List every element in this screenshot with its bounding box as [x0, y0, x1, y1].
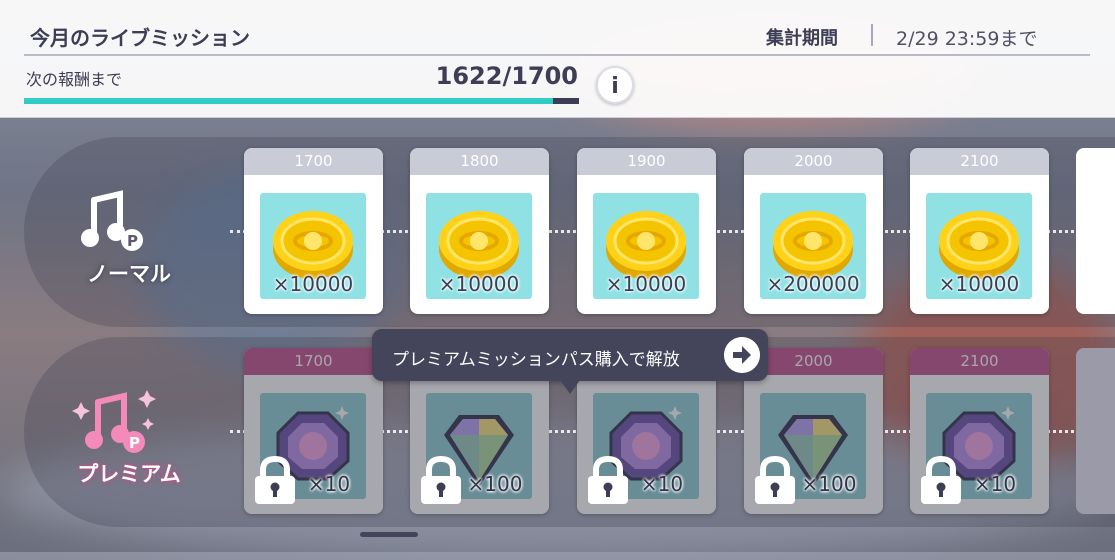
page-title: 今月のライブミッション [30, 26, 250, 50]
card-threshold: 2000 [744, 148, 883, 175]
card-threshold: 1700 [244, 348, 383, 375]
divider [871, 24, 873, 46]
reward-quantity: ×200000 [766, 272, 860, 296]
normal-reward-card[interactable]: 2100 ×10000 [910, 148, 1049, 314]
period-value: 2/29 23:59まで [896, 28, 1038, 50]
card-threshold: 1800 [410, 148, 549, 175]
card-threshold: 2100 [910, 348, 1049, 375]
reward-card-partial[interactable] [1076, 348, 1115, 514]
card-threshold: 1900 [577, 148, 716, 175]
progress-count: 1622/1700 [435, 62, 578, 90]
reward-card-partial[interactable] [1076, 148, 1115, 314]
mission-header: 今月のライブミッション 集計期間 2/29 23:59まで 次の報酬まで 162… [0, 0, 1115, 118]
premium-points-icon: P [72, 390, 156, 453]
svg-text:P: P [129, 434, 140, 452]
music-points-icon: P [81, 190, 143, 251]
progress-bar [24, 98, 579, 104]
lock-icon [755, 456, 795, 504]
info-button[interactable]: i [596, 66, 634, 104]
premium-reward-card[interactable]: 2100 ×10 [910, 348, 1049, 514]
normal-reward-card[interactable]: 1800 ×10000 [410, 148, 549, 314]
normal-row-label: ノーマル [87, 262, 171, 286]
reward-quantity: ×10000 [438, 272, 520, 296]
lock-icon [421, 456, 461, 504]
next-reward-label: 次の報酬まで [26, 70, 123, 89]
premium-row-label: プレミアム [77, 462, 181, 486]
card-threshold: 2100 [910, 148, 1049, 175]
card-threshold: 1700 [244, 148, 383, 175]
premium-reward-card[interactable]: 1700 ×10 [244, 348, 383, 514]
normal-reward-card[interactable]: 1700 ×10000 [244, 148, 383, 314]
progress-bar-fill [24, 98, 554, 104]
reward-quantity: ×10000 [938, 272, 1020, 296]
reward-quantity: ×10000 [605, 272, 687, 296]
tooltip-tail [560, 380, 580, 394]
lock-icon [255, 456, 295, 504]
reward-quantity: ×10000 [272, 272, 354, 296]
normal-reward-card[interactable]: 1900 ×10000 [577, 148, 716, 314]
scroll-indicator[interactable] [360, 532, 418, 537]
normal-reward-card[interactable]: 2000 ×200000 [744, 148, 883, 314]
divider [24, 54, 1090, 56]
tooltip-text: プレミアムミッションパス購入で解放 [392, 350, 680, 370]
arrow-right-icon[interactable] [724, 337, 760, 373]
svg-text:P: P [127, 232, 138, 250]
lock-icon [588, 456, 628, 504]
unlock-tooltip[interactable]: プレミアムミッションパス購入で解放 [372, 329, 768, 381]
period-label: 集計期間 [766, 28, 838, 49]
lock-icon [921, 456, 961, 504]
